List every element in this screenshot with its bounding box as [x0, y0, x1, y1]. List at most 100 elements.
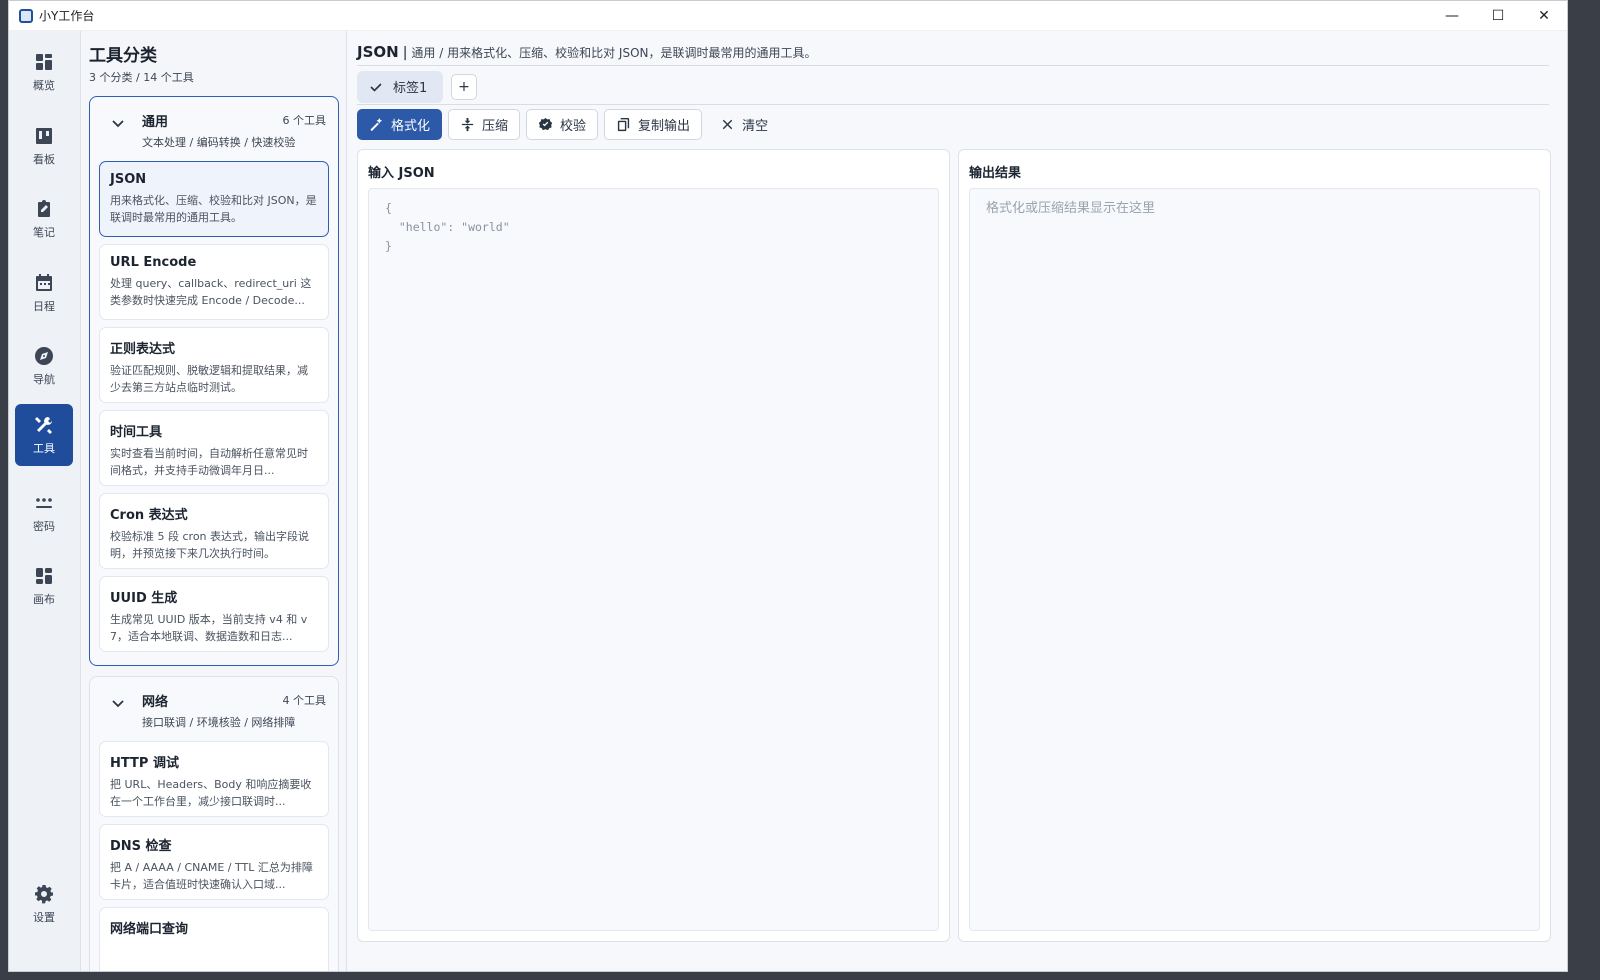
magic-wand-icon — [370, 117, 383, 132]
compress-label: 压缩 — [482, 119, 509, 134]
minimize-button[interactable]: — — [1429, 1, 1475, 31]
format-button[interactable]: 格式化 — [357, 109, 443, 140]
clear-button[interactable]: 清空 — [708, 109, 780, 140]
canvas-icon — [36, 567, 52, 584]
title-separator: | — [402, 45, 408, 61]
validate-button[interactable]: 校验 — [526, 109, 599, 140]
nav-label: 密码 — [33, 519, 55, 533]
tool-name: 正则表达式 — [110, 342, 176, 357]
check-icon — [370, 82, 382, 92]
nav-item-canvas[interactable]: 画布 — [15, 555, 73, 617]
output-pane: 输出结果 格式化或压缩结果显示在这里 — [958, 149, 1551, 942]
window-title: 小Y工作台 — [39, 9, 95, 23]
group-general: 通用 6 个工具 文本处理 / 编码转换 / 快速校验 JSON 用来格式化、压… — [89, 96, 339, 666]
json-input[interactable]: { "hello": "world" } — [368, 188, 939, 931]
maximize-button[interactable]: ☐ — [1475, 1, 1521, 31]
main-content: JSON | 通用 / 用来格式化、压缩、校验和比对 JSON，是联调时最常用的… — [347, 31, 1567, 971]
group-name: 网络 — [142, 695, 169, 710]
tool-header: JSON | 通用 / 用来格式化、压缩、校验和比对 JSON，是联调时最常用的… — [357, 43, 1549, 66]
tab-label: 标签1 — [393, 81, 428, 96]
group-header[interactable]: 通用 6 个工具 文本处理 / 编码转换 / 快速校验 — [90, 97, 338, 161]
tool-card-dns[interactable]: DNS 检查 把 A / AAAA / CNAME / TTL 汇总为排障卡片，… — [99, 824, 329, 900]
nav-item-settings[interactable]: 设置 — [15, 873, 73, 935]
tool-name: 网络端口查询 — [110, 922, 189, 937]
group-desc: 接口联调 / 环境核验 / 网络排障 — [142, 716, 296, 729]
gear-icon — [35, 884, 53, 903]
tool-card-json[interactable]: JSON 用来格式化、压缩、校验和比对 JSON，是联调时最常用的通用工具。 — [99, 161, 329, 237]
copy-output-button[interactable]: 复制输出 — [604, 109, 703, 140]
input-pane: 输入 JSON { "hello": "world" } — [357, 149, 950, 942]
json-output[interactable]: 格式化或压缩结果显示在这里 — [969, 188, 1540, 931]
close-icon — [722, 119, 733, 130]
verified-check-icon — [538, 117, 553, 131]
tool-name: UUID 生成 — [110, 591, 178, 606]
tool-name: HTTP 调试 — [110, 756, 179, 771]
format-label: 格式化 — [391, 119, 431, 134]
group-header[interactable]: 网络 4 个工具 接口联调 / 环境核验 / 网络排障 — [90, 677, 338, 741]
tool-card-http[interactable]: HTTP 调试 把 URL、Headers、Body 和响应摘要收在一个工作台里… — [99, 741, 329, 817]
app-icon — [19, 8, 33, 23]
tool-name: DNS 检查 — [110, 839, 172, 854]
nav-label: 导航 — [33, 372, 55, 386]
tool-desc — [110, 942, 318, 971]
group-count: 4 个工具 — [282, 694, 327, 707]
tool-desc: 把 A / AAAA / CNAME / TTL 汇总为排障卡片，适合值班时快速… — [110, 861, 313, 891]
page-title: JSON — [357, 43, 399, 61]
tab-1[interactable]: 标签1 — [357, 70, 443, 103]
json-input-text: { "hello": "world" } — [385, 201, 510, 253]
close-button[interactable]: ✕ — [1521, 1, 1567, 31]
compress-icon — [461, 117, 474, 132]
group-desc: 文本处理 / 编码转换 / 快速校验 — [142, 136, 296, 149]
output-title: 输出结果 — [969, 166, 1022, 181]
nav-item-navigation[interactable]: 导航 — [15, 335, 73, 397]
nav-item-tools[interactable]: 工具 — [15, 404, 73, 466]
validate-label: 校验 — [560, 119, 587, 134]
group-name: 通用 — [142, 115, 169, 130]
dashboard-icon — [36, 53, 52, 70]
nav-item-overview[interactable]: 概览 — [15, 41, 73, 103]
nav-label: 概览 — [33, 78, 55, 92]
tool-card-regex[interactable]: 正则表达式 验证匹配规则、脱敏逻辑和提取结果，减少去第三方站点临时测试。 — [99, 327, 329, 403]
nav-label: 工具 — [33, 441, 55, 455]
nav-item-notes[interactable]: 笔记 — [15, 188, 73, 250]
tool-desc: 验证匹配规则、脱敏逻辑和提取结果，减少去第三方站点临时测试。 — [110, 364, 308, 394]
password-icon — [36, 497, 52, 508]
nav-label: 设置 — [33, 910, 55, 924]
tool-card-time[interactable]: 时间工具 实时查看当前时间，自动解析任意常见时间格式，并支持手动微调年月日... — [99, 410, 329, 486]
toolbar: 格式化 压缩 校验 复制输出 清空 — [357, 109, 780, 141]
output-placeholder: 格式化或压缩结果显示在这里 — [986, 201, 1156, 216]
group-count: 6 个工具 — [282, 114, 327, 127]
tool-category-panel: 工具分类 3 个分类 / 14 个工具 通用 6 个工具 文本处理 / 编码转换… — [81, 31, 347, 971]
copy-output-label: 复制输出 — [638, 119, 691, 134]
nav-label: 画布 — [33, 592, 55, 606]
tool-name: URL Encode — [110, 255, 197, 270]
nav-item-password[interactable]: 密码 — [15, 482, 73, 544]
tool-desc: 校验标准 5 段 cron 表达式，输出字段说明，并预览接下来几次执行时间。 — [110, 530, 310, 560]
tool-desc: 处理 query、callback、redirect_uri 这类参数时快速完成… — [110, 277, 312, 307]
tool-card-url-encode[interactable]: URL Encode 处理 query、callback、redirect_ur… — [99, 244, 329, 320]
add-tab-button[interactable]: + — [451, 73, 477, 100]
calendar-icon — [36, 273, 52, 291]
tool-card-port[interactable]: 网络端口查询 — [99, 907, 329, 971]
note-icon — [38, 199, 50, 217]
kanban-icon — [36, 127, 52, 144]
chevron-down-icon — [112, 700, 124, 708]
compress-button[interactable]: 压缩 — [448, 109, 521, 140]
tool-card-uuid[interactable]: UUID 生成 生成常见 UUID 版本，当前支持 v4 和 v7，适合本地联调… — [99, 576, 329, 652]
tool-desc: 实时查看当前时间，自动解析任意常见时间格式，并支持手动微调年月日... — [110, 447, 308, 477]
category-title: 工具分类 — [89, 46, 157, 66]
tool-card-cron[interactable]: Cron 表达式 校验标准 5 段 cron 表达式，输出字段说明，并预览接下来… — [99, 493, 329, 569]
tool-name: 时间工具 — [110, 425, 163, 440]
group-network: 网络 4 个工具 接口联调 / 环境核验 / 网络排障 HTTP 调试 把 UR… — [89, 676, 339, 971]
chevron-down-icon — [112, 120, 124, 128]
input-title: 输入 JSON — [368, 166, 435, 181]
nav-label: 日程 — [33, 299, 55, 313]
nav-label: 看板 — [33, 152, 55, 166]
nav-item-schedule[interactable]: 日程 — [15, 262, 73, 324]
tab-bar: 标签1 + — [357, 69, 1549, 105]
nav-rail: 概览 看板 笔记 日程 导航 工具 密码 画布 设置 — [9, 31, 81, 971]
tool-desc: 生成常见 UUID 版本，当前支持 v4 和 v7，适合本地联调、数据造数和日志… — [110, 613, 308, 643]
clear-label: 清空 — [742, 119, 769, 134]
nav-item-kanban[interactable]: 看板 — [15, 115, 73, 177]
window-controls: — ☐ ✕ — [1429, 1, 1567, 31]
